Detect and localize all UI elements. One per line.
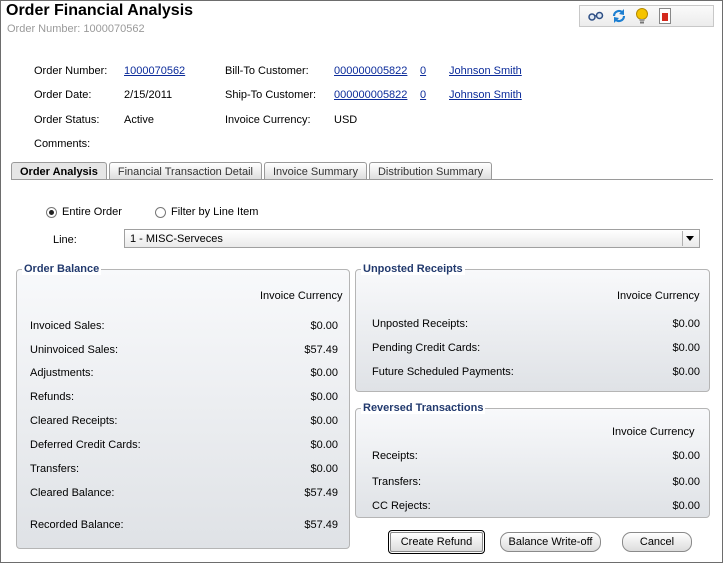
filter-by-line-radio[interactable]: Filter by Line Item	[155, 206, 258, 218]
bill-to-label: Bill-To Customer:	[225, 65, 309, 77]
recorded-balance-label: Recorded Balance:	[30, 519, 124, 531]
radio-unselected-icon[interactable]	[155, 206, 166, 218]
reversed-receipts-label: Receipts:	[372, 450, 418, 462]
reversed-transfers-label: Transfers:	[372, 476, 422, 488]
cc-rejects-label: CC Rejects:	[372, 500, 431, 512]
glasses-icon[interactable]	[586, 8, 605, 25]
comments-label: Comments:	[34, 138, 91, 150]
entire-order-label: Entire Order	[62, 206, 122, 218]
invoiced-sales-value: $0.00	[310, 320, 338, 332]
tab-invoice-summary[interactable]: Invoice Summary	[263, 162, 367, 180]
filter-by-line-label: Filter by Line Item	[171, 206, 259, 218]
refunds-label: Refunds:	[30, 391, 75, 403]
cleared-balance-label: Cleared Balance:	[30, 487, 115, 499]
refunds-value: $0.00	[310, 391, 338, 403]
invoice-currency-value: USD	[334, 114, 358, 126]
cancel-button[interactable]: Cancel	[622, 532, 692, 552]
unposted-receipts-value: $0.00	[672, 318, 700, 330]
tab-distribution-summary[interactable]: Distribution Summary	[368, 162, 493, 180]
adjustments-label: Adjustments:	[30, 367, 94, 379]
entire-order-radio[interactable]: Entire Order	[46, 206, 122, 218]
uninvoiced-sales-value: $57.49	[304, 344, 338, 356]
bill-to-id-link[interactable]: 000000005822	[334, 65, 407, 77]
invoice-currency-label: Invoice Currency:	[225, 114, 311, 126]
line-label: Line:	[53, 234, 77, 246]
future-scheduled-payments-label: Future Scheduled Payments:	[372, 366, 514, 378]
ship-to-id-link[interactable]: 000000005822	[334, 89, 407, 101]
reversed-transactions-panel: Reversed Transactions Invoice Currency R…	[355, 402, 710, 518]
window-frame: Order Financial Analysis Order Number: 1…	[0, 0, 723, 563]
unposted-receipts-title: Unposted Receipts	[361, 263, 465, 275]
future-scheduled-payments-value: $0.00	[672, 366, 700, 378]
balance-writeoff-button[interactable]: Balance Write-off	[500, 532, 601, 552]
cleared-receipts-value: $0.00	[310, 415, 338, 427]
deferred-credit-cards-label: Deferred Credit Cards:	[30, 439, 141, 451]
tab-financial-transaction-detail[interactable]: Financial Transaction Detail	[108, 162, 262, 180]
reversed-transactions-title: Reversed Transactions	[361, 402, 486, 414]
unposted-column-header: Invoice Currency	[617, 290, 700, 302]
order-balance-column-header: Invoice Currency	[260, 290, 343, 302]
bill-to-num-link[interactable]: 0	[420, 65, 426, 77]
dropdown-arrow-icon[interactable]	[682, 231, 697, 246]
bill-to-name-link[interactable]: Johnson Smith	[449, 65, 522, 77]
page-subtitle: Order Number: 1000070562	[7, 23, 145, 35]
cleared-balance-value: $57.49	[304, 487, 338, 499]
reversed-receipts-value: $0.00	[672, 450, 700, 462]
create-refund-button[interactable]: Create Refund	[388, 530, 485, 554]
adjustments-value: $0.00	[310, 367, 338, 379]
pending-credit-cards-value: $0.00	[672, 342, 700, 354]
pending-credit-cards-label: Pending Credit Cards:	[372, 342, 481, 354]
ship-to-name-link[interactable]: Johnson Smith	[449, 89, 522, 101]
pdf-report-icon[interactable]	[655, 8, 674, 25]
transfers-value: $0.00	[310, 463, 338, 475]
ship-to-label: Ship-To Customer:	[225, 89, 317, 101]
transfers-label: Transfers:	[30, 463, 80, 475]
order-balance-panel: Order Balance Invoice Currency Invoiced …	[16, 263, 350, 549]
order-date-label: Order Date:	[34, 89, 92, 101]
unposted-receipts-panel: Unposted Receipts Invoice Currency Unpos…	[355, 263, 710, 392]
cleared-receipts-label: Cleared Receipts:	[30, 415, 118, 427]
reversed-column-header: Invoice Currency	[612, 426, 695, 438]
lightbulb-icon[interactable]	[632, 7, 651, 25]
uninvoiced-sales-label: Uninvoiced Sales:	[30, 344, 119, 356]
order-status-value: Active	[124, 114, 154, 126]
order-balance-title: Order Balance	[22, 263, 102, 275]
radio-selected-icon[interactable]	[46, 206, 57, 218]
reversed-transfers-value: $0.00	[672, 476, 700, 488]
page-title: Order Financial Analysis	[6, 2, 194, 19]
unposted-receipts-label: Unposted Receipts:	[372, 318, 468, 330]
order-number-label: Order Number:	[34, 65, 108, 77]
recorded-balance-value: $57.49	[304, 519, 338, 531]
order-status-label: Order Status:	[34, 114, 100, 126]
ship-to-num-link[interactable]: 0	[420, 89, 426, 101]
deferred-credit-cards-value: $0.00	[310, 439, 338, 451]
tab-order-analysis[interactable]: Order Analysis	[11, 162, 107, 180]
invoiced-sales-label: Invoiced Sales:	[30, 320, 105, 332]
tab-divider	[11, 179, 713, 180]
order-date-value: 2/15/2011	[124, 89, 173, 101]
refresh-icon[interactable]	[609, 8, 628, 25]
toolbar	[579, 5, 714, 27]
tab-bar: Order Analysis Financial Transaction Det…	[11, 162, 494, 180]
line-select[interactable]: 1 - MISC-Serveces	[124, 229, 700, 248]
cc-rejects-value: $0.00	[672, 500, 700, 512]
line-select-value: 1 - MISC-Serveces	[130, 232, 223, 245]
order-number-link[interactable]: 1000070562	[124, 65, 185, 77]
